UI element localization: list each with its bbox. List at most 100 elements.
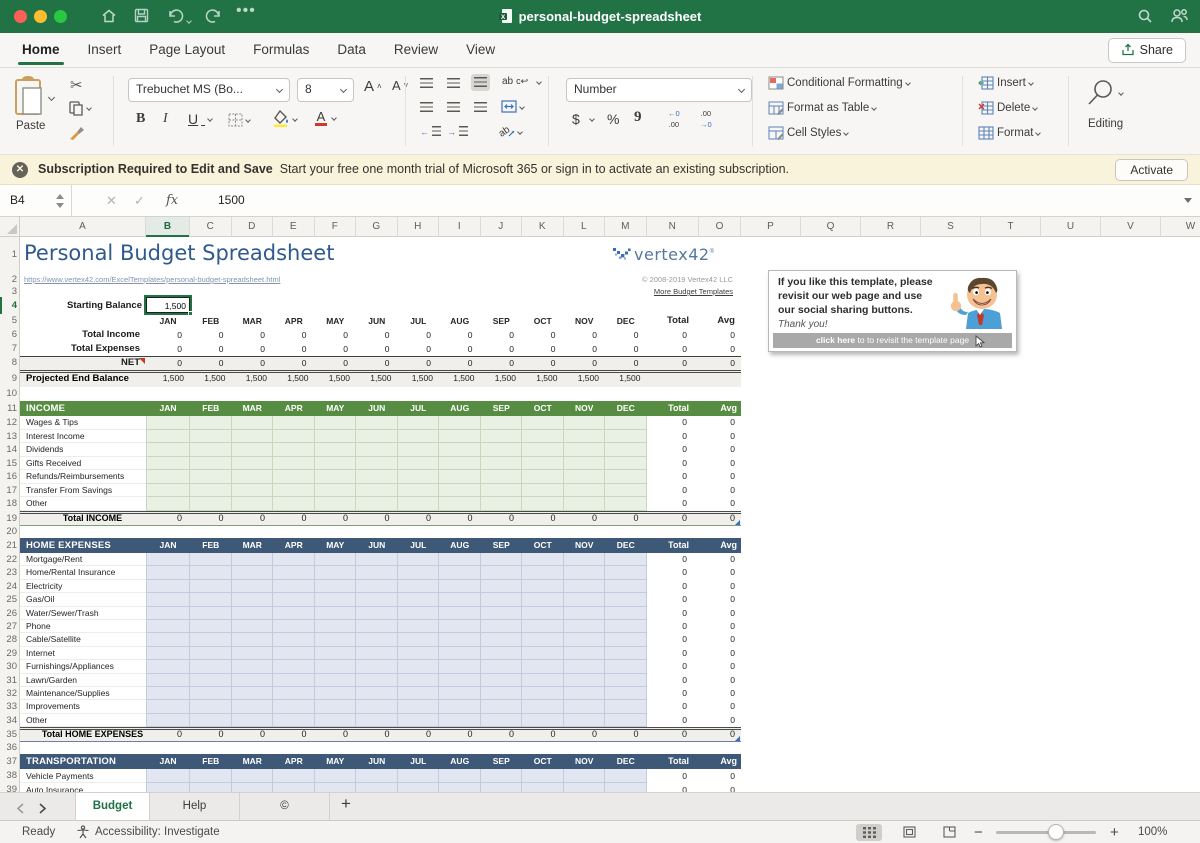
normal-view-icon[interactable] <box>856 824 882 841</box>
cell[interactable] <box>273 714 315 727</box>
name-box-down-icon[interactable] <box>56 203 64 208</box>
cell[interactable] <box>232 769 274 783</box>
cell[interactable] <box>190 647 232 660</box>
cell[interactable] <box>605 484 647 498</box>
cell[interactable] <box>605 593 647 606</box>
decrease-decimal-icon[interactable]: .00→0 <box>700 110 712 129</box>
cell[interactable] <box>315 687 357 700</box>
cell[interactable] <box>398 700 440 713</box>
cell[interactable] <box>481 647 523 660</box>
cell[interactable] <box>273 687 315 700</box>
cell[interactable] <box>273 416 315 430</box>
cell[interactable] <box>564 443 606 457</box>
sheet-tab-help[interactable]: Help <box>150 793 240 821</box>
cell[interactable]: 0 <box>647 470 688 484</box>
cell[interactable]: 0 <box>481 342 515 356</box>
cell[interactable] <box>315 580 357 593</box>
item-label[interactable]: Vehicle Payments <box>20 769 146 783</box>
cell[interactable]: 0 <box>605 727 639 742</box>
cell[interactable] <box>190 674 232 687</box>
cancel-entry-icon[interactable]: ✕ <box>106 193 117 209</box>
cell[interactable] <box>315 674 357 687</box>
cell[interactable] <box>315 647 357 660</box>
align-top-icon[interactable] <box>420 78 433 89</box>
cell[interactable] <box>564 687 606 700</box>
cell[interactable] <box>439 714 481 727</box>
zoom-slider-thumb[interactable] <box>1048 824 1064 840</box>
editing-find-icon[interactable] <box>1086 78 1123 108</box>
column-header-R[interactable]: R <box>861 217 921 237</box>
cell[interactable]: 0 <box>356 356 390 370</box>
cell[interactable] <box>356 470 398 484</box>
cell[interactable] <box>315 593 357 606</box>
cell[interactable] <box>439 783 481 792</box>
cell[interactable]: 1,500 <box>273 370 309 387</box>
people-icon[interactable] <box>1170 7 1189 30</box>
cell[interactable]: 0 <box>564 356 598 370</box>
cell[interactable]: 0 <box>356 511 390 527</box>
cell[interactable] <box>398 660 440 673</box>
cell[interactable] <box>190 620 232 633</box>
cell[interactable] <box>564 620 606 633</box>
cell[interactable]: 0 <box>315 727 349 742</box>
cell[interactable] <box>356 553 398 566</box>
cell[interactable] <box>315 484 357 498</box>
cell[interactable] <box>481 700 523 713</box>
cell[interactable] <box>315 620 357 633</box>
cell[interactable]: 1,500 <box>605 370 641 387</box>
cell[interactable]: 0 <box>699 416 735 430</box>
cell[interactable] <box>273 593 315 606</box>
column-header-B[interactable]: B <box>146 217 190 237</box>
item-label[interactable]: Auto Insurance <box>20 783 146 792</box>
cell[interactable] <box>522 783 564 792</box>
cell[interactable] <box>605 700 647 713</box>
cell[interactable]: 0 <box>699 497 735 511</box>
cell[interactable] <box>398 566 440 579</box>
item-label[interactable]: Mortgage/Rent <box>20 553 146 566</box>
cell[interactable]: 0 <box>699 328 735 342</box>
cell[interactable] <box>232 687 274 700</box>
cell[interactable]: 0 <box>273 328 307 342</box>
cell[interactable]: 0 <box>398 727 432 742</box>
cell[interactable] <box>356 497 398 511</box>
cell[interactable] <box>356 430 398 444</box>
cell[interactable] <box>146 674 190 687</box>
cell[interactable] <box>232 457 274 471</box>
cell[interactable] <box>398 430 440 444</box>
cell[interactable]: 0 <box>699 430 735 444</box>
cell[interactable] <box>190 714 232 727</box>
cell[interactable]: 1,500 <box>564 370 600 387</box>
cell[interactable]: 1,500 <box>439 370 475 387</box>
cell[interactable] <box>146 430 190 444</box>
cell[interactable] <box>439 700 481 713</box>
cell[interactable]: 0 <box>647 687 688 700</box>
align-left-icon[interactable] <box>420 102 433 113</box>
cell[interactable]: 0 <box>699 342 735 356</box>
increase-decimal-icon[interactable]: ←0.00 <box>668 110 680 129</box>
cell[interactable]: 0 <box>146 328 182 342</box>
cell[interactable] <box>481 714 523 727</box>
column-header-U[interactable]: U <box>1041 217 1101 237</box>
cell[interactable]: 0 <box>699 714 735 727</box>
cell[interactable] <box>315 416 357 430</box>
cell[interactable] <box>481 607 523 620</box>
item-label[interactable]: Lawn/Garden <box>20 674 146 687</box>
cell[interactable] <box>356 700 398 713</box>
cell[interactable] <box>398 607 440 620</box>
cell[interactable] <box>439 687 481 700</box>
cell[interactable] <box>481 687 523 700</box>
zoom-in-icon[interactable]: + <box>1110 824 1119 841</box>
cell[interactable] <box>146 497 190 511</box>
cell[interactable] <box>356 647 398 660</box>
cell[interactable]: 0 <box>564 511 598 527</box>
cell[interactable] <box>232 580 274 593</box>
cell[interactable] <box>190 783 232 792</box>
cell[interactable]: 0 <box>647 356 688 370</box>
cell[interactable]: 0 <box>647 416 688 430</box>
cell[interactable]: 0 <box>190 356 224 370</box>
cell[interactable]: 0 <box>605 342 639 356</box>
cell[interactable] <box>190 457 232 471</box>
cell[interactable]: 0 <box>647 620 688 633</box>
prev-sheet-icon[interactable] <box>16 801 25 819</box>
cell[interactable] <box>356 687 398 700</box>
